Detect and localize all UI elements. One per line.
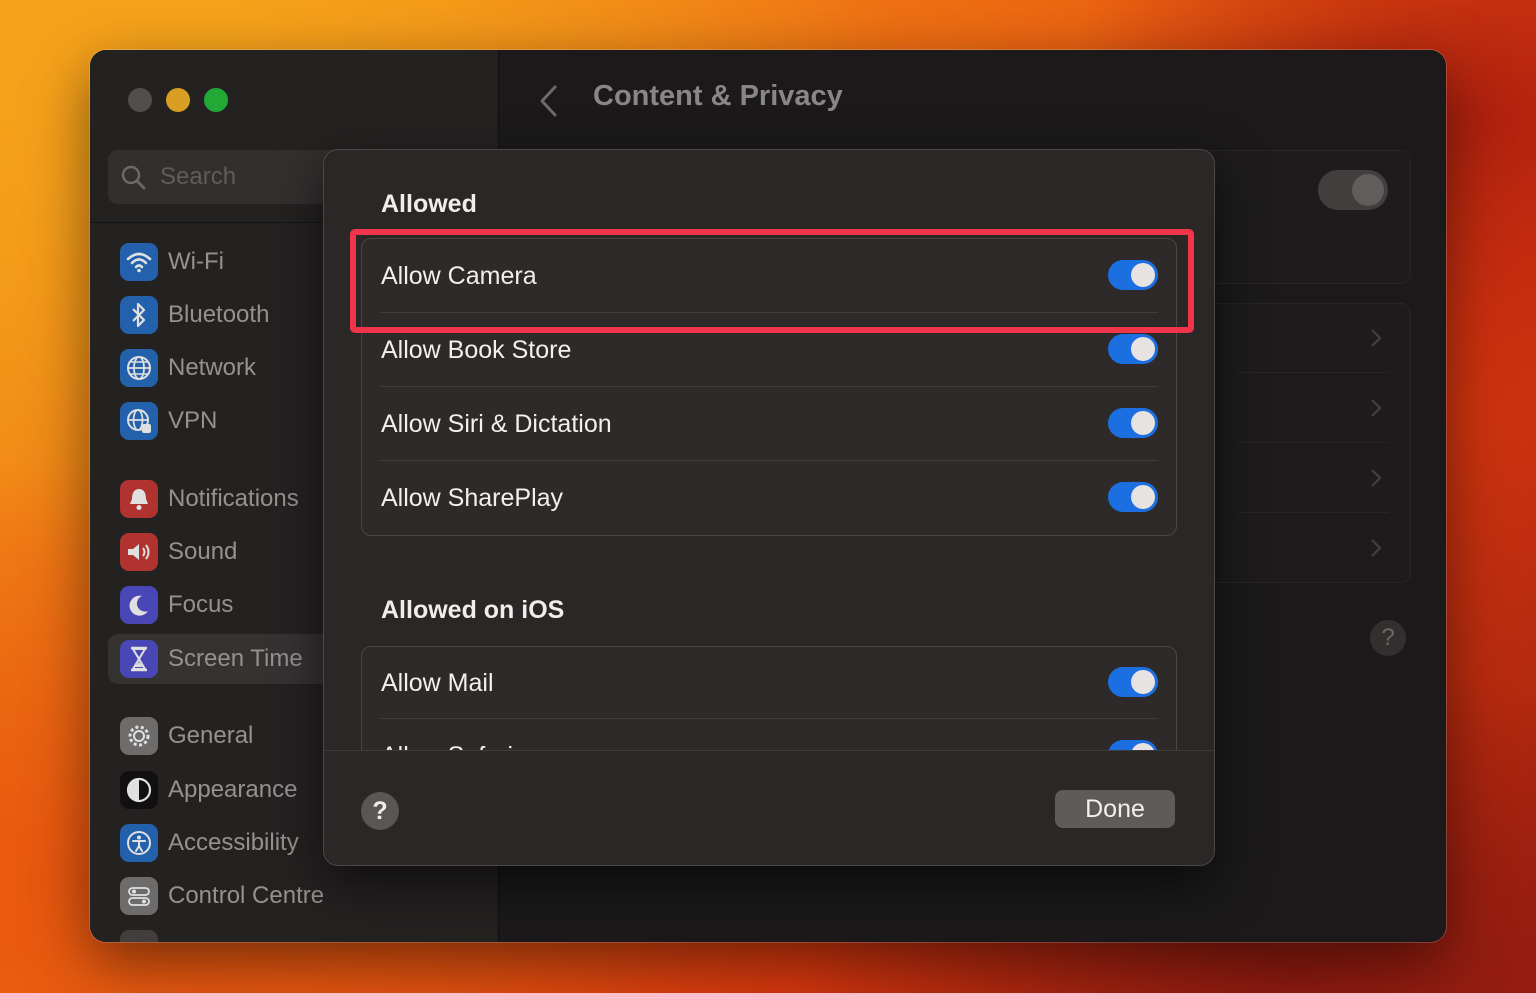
row-allow-mail: Allow Mail — [362, 647, 1176, 719]
row-label: Allow Siri & Dictation — [381, 410, 612, 438]
row-label: Allow Book Store — [381, 336, 572, 364]
section-title-allowed-on-ios: Allowed on iOS — [381, 596, 565, 624]
row-allow-book-store: Allow Book Store — [362, 313, 1176, 387]
section-title-allowed: Allowed — [381, 190, 477, 218]
row-label: Allow Safari — [381, 719, 513, 750]
done-button[interactable]: Done — [1055, 790, 1175, 828]
allowed-group: Allow Camera Allow Book Store Allow Siri… — [361, 238, 1177, 536]
row-label: Allow Camera — [381, 262, 537, 290]
sheet-footer: ? Done — [324, 750, 1214, 865]
allow-shareplay-toggle[interactable] — [1108, 482, 1158, 512]
allowed-on-ios-group: Allow Mail Allow Safari — [361, 646, 1177, 750]
row-allow-safari: Allow Safari — [362, 719, 1176, 750]
allow-camera-toggle[interactable] — [1108, 260, 1158, 290]
row-allow-siri-dictation: Allow Siri & Dictation — [362, 387, 1176, 461]
allow-book-store-toggle[interactable] — [1108, 334, 1158, 364]
restrictions-sheet: Allowed Allow Camera Allow Book Store Al… — [324, 150, 1214, 865]
sheet-scroll-area[interactable]: Allowed Allow Camera Allow Book Store Al… — [324, 150, 1214, 750]
help-button[interactable]: ? — [361, 792, 399, 830]
allow-siri-dictation-toggle[interactable] — [1108, 408, 1158, 438]
allow-mail-toggle[interactable] — [1108, 667, 1158, 697]
allow-safari-toggle[interactable] — [1108, 740, 1158, 750]
row-label: Allow Mail — [381, 669, 494, 697]
row-allow-camera: Allow Camera — [362, 239, 1176, 313]
row-allow-shareplay: Allow SharePlay — [362, 461, 1176, 535]
row-label: Allow SharePlay — [381, 484, 564, 512]
